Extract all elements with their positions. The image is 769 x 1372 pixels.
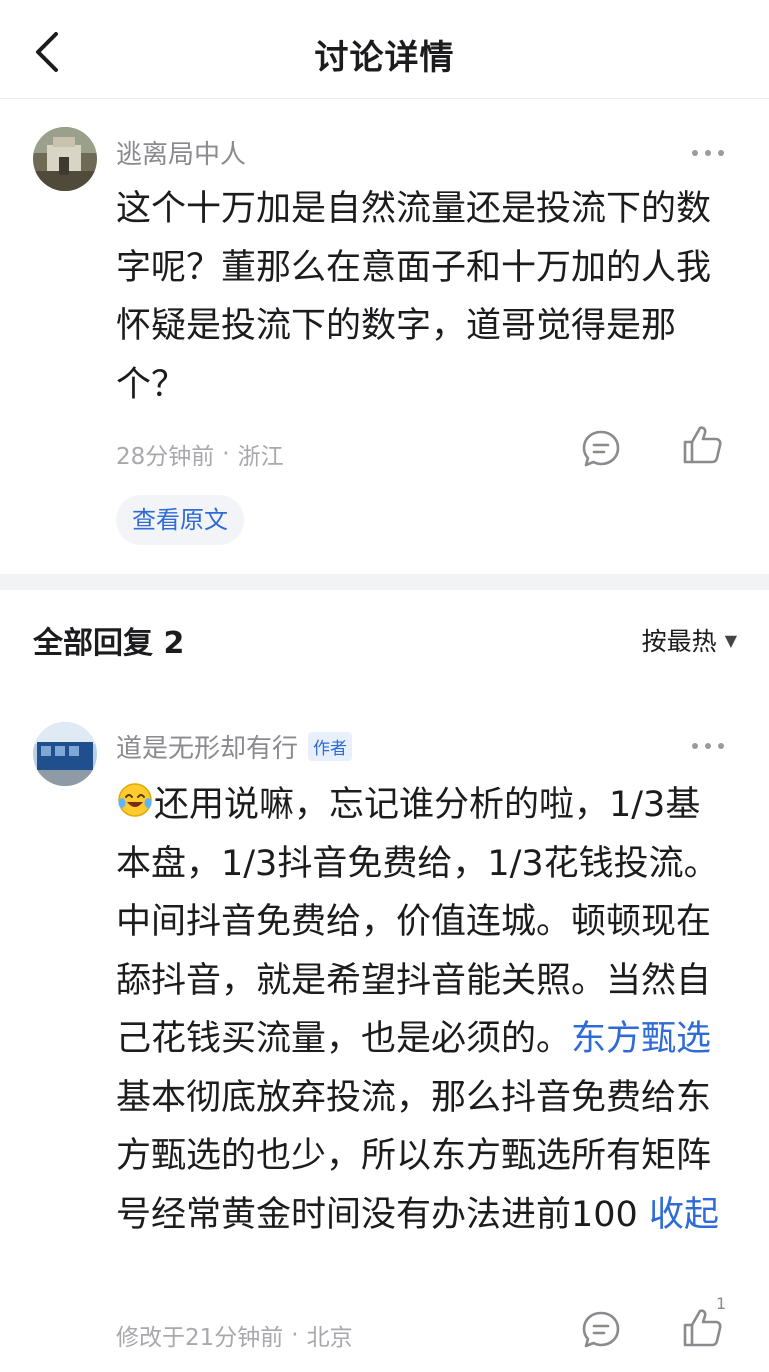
post-location: 浙江 — [237, 444, 284, 470]
page-title: 讨论详情 — [314, 38, 455, 78]
like-button[interactable] — [681, 423, 725, 467]
like-count: 1 — [716, 1294, 727, 1313]
avatar[interactable] — [33, 127, 97, 191]
reply-location: 北京 — [306, 1325, 353, 1351]
more-dots-icon — [692, 743, 724, 749]
comment-icon — [582, 430, 620, 467]
post-meta: 28分钟前 · 浙江 — [116, 437, 284, 471]
laughing-tears-emoji-icon — [118, 783, 152, 817]
author-row: 逃离局中人 — [116, 134, 246, 171]
reply-button[interactable] — [581, 428, 621, 468]
reply-meta: 修改于21分钟前 · 北京 — [116, 1318, 353, 1352]
more-options-button[interactable] — [691, 144, 725, 156]
reply-author-row: 道是无形却有行 作者 — [116, 728, 353, 765]
reply-author-name[interactable]: 道是无形却有行 — [116, 728, 298, 765]
post-time: 28分钟前 — [116, 444, 215, 470]
meta-separator: · — [222, 441, 230, 467]
reply-text-part2: 基本彻底放弃投流，那么抖音免费给东方甄选的也少，所以东方甄选所有矩阵号经常黄金时… — [116, 1077, 712, 1235]
sort-label: 按最热 — [641, 627, 717, 656]
meta-separator: · — [291, 1322, 299, 1348]
reply-avatar[interactable] — [33, 722, 97, 786]
comment-icon — [582, 1311, 620, 1348]
sort-dropdown[interactable]: 按最热 ▼ — [642, 622, 737, 658]
thumbs-up-icon — [683, 426, 722, 464]
reply-comment-button[interactable] — [581, 1309, 621, 1349]
replies-title: 全部回复 2 — [33, 626, 185, 661]
reply-text-part1: 还用说嘛，忘记谁分析的啦，1/3基本盘，1/3抖音免费给，1/3花钱投流。中间抖… — [116, 785, 719, 1059]
author-badge: 作者 — [308, 732, 353, 761]
collapse-link[interactable]: 收起 — [649, 1195, 719, 1235]
reply-edited-time: 修改于21分钟前 — [116, 1325, 284, 1351]
replies-header: 全部回复 2 按最热 ▼ — [33, 618, 737, 662]
original-post: 逃离局中人 这个十万加是自然流量还是投流下的数字呢？董那么在意面子和十万加的人我… — [0, 99, 769, 574]
reply-content: 还用说嘛，忘记谁分析的啦，1/3基本盘，1/3抖音免费给，1/3花钱投流。中间抖… — [116, 776, 733, 1244]
author-name[interactable]: 逃离局中人 — [116, 134, 246, 171]
caret-down-icon: ▼ — [724, 630, 737, 650]
view-original-button[interactable]: 查看原文 — [116, 495, 244, 545]
reply-item: 道是无形却有行 作者 还用说嘛，忘记谁分析的啦，1/3基本盘，1/3抖音免费给，… — [0, 690, 769, 1372]
post-content: 这个十万加是自然流量还是投流下的数字呢？董那么在意面子和十万加的人我怀疑是投流下… — [116, 189, 712, 405]
reply-more-options-button[interactable] — [691, 737, 725, 749]
top-bar: 讨论详情 — [0, 0, 769, 99]
topic-link[interactable]: 东方甄选 — [571, 1019, 711, 1059]
section-divider — [0, 574, 769, 590]
more-dots-icon — [692, 150, 724, 156]
